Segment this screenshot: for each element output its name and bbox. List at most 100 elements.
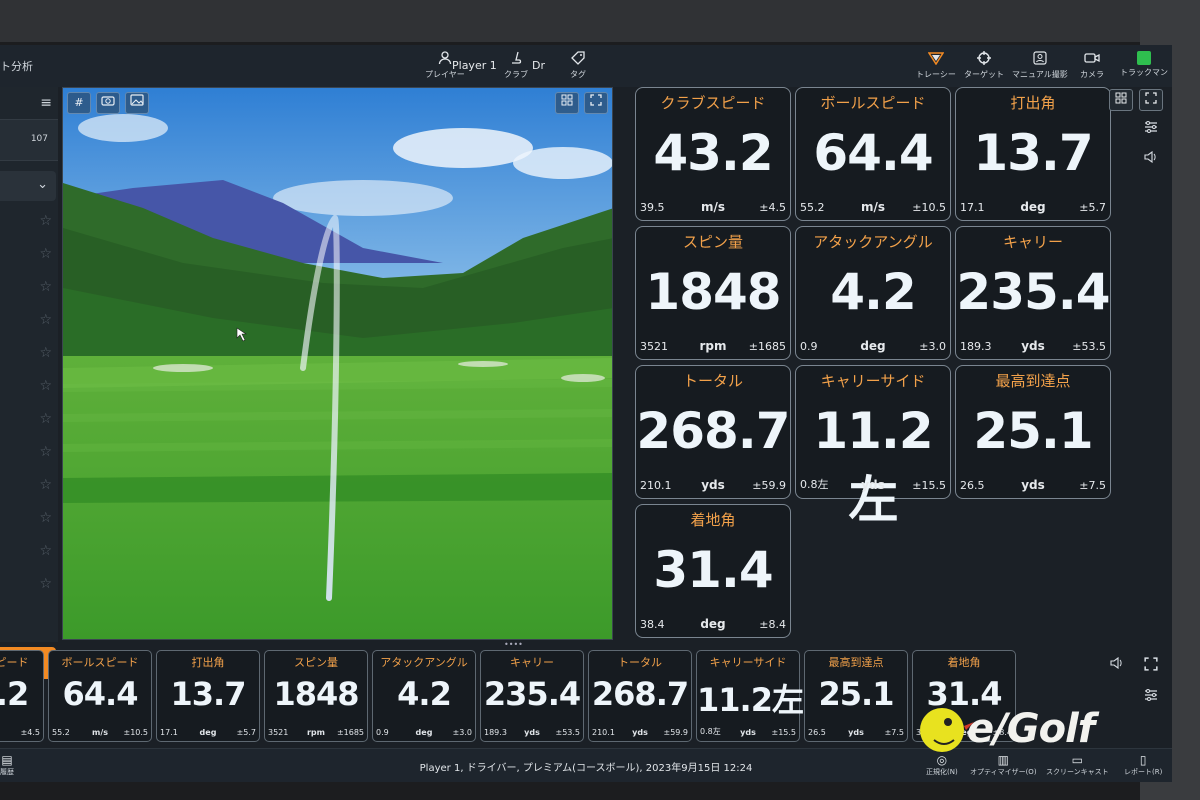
stat-card-carry-side[interactable]: キャリーサイド 11.2左 0.8左 yds ±15.5 xyxy=(795,365,951,529)
camera-label: カメラ xyxy=(1080,70,1104,79)
tag-button[interactable]: タグ xyxy=(570,51,586,80)
favorite-star-icon[interactable]: ☆ xyxy=(39,312,52,328)
chevron-down-icon: ⌄ xyxy=(37,177,48,192)
player-value[interactable]: Player 1 xyxy=(452,59,497,72)
strip-card-spin-rate[interactable]: スピン量 1848 3521 rpm ±1685 xyxy=(264,650,368,742)
tag-icon xyxy=(571,51,585,69)
stat-title: アタックアングル xyxy=(813,233,933,251)
layout-grid-button[interactable] xyxy=(1109,89,1133,111)
stat-card-landing-angle[interactable]: 着地角 31.4 38.4 deg ±8.4 xyxy=(635,504,791,638)
strip-value: 64.4 xyxy=(62,675,139,713)
stat-value: 235.4 xyxy=(956,263,1110,321)
stat-title: ボールスピード xyxy=(820,94,926,112)
layout-grid-button[interactable] xyxy=(555,92,579,114)
trackman-button[interactable]: トラックマン xyxy=(1120,51,1168,78)
strip-title: キャリー xyxy=(510,656,554,669)
strip-card-carry-side[interactable]: キャリーサイド 11.2左 0.8左 yds ±15.5 xyxy=(696,650,804,742)
favorite-star-icon[interactable]: ☆ xyxy=(39,345,52,361)
fullscreen-icon xyxy=(1145,92,1157,104)
stat-card-spin-rate[interactable]: スピン量 1848 3521 rpm ±1685 xyxy=(635,226,791,360)
screenshot-button[interactable] xyxy=(96,92,120,114)
crosshair-icon xyxy=(977,51,991,69)
favorite-star-icon[interactable]: ☆ xyxy=(39,576,52,592)
strip-value: 1848 xyxy=(273,675,359,713)
tracer-label: トレーシー xyxy=(916,70,956,79)
club-value[interactable]: Dr xyxy=(532,59,545,72)
speaker-icon[interactable] xyxy=(1110,656,1124,673)
stat-card-carry[interactable]: キャリー 235.4 189.3 yds ±53.5 xyxy=(955,226,1111,360)
fullscreen-icon xyxy=(590,94,602,106)
stat-value: 13.7 xyxy=(973,124,1093,182)
stat-card-total[interactable]: トータル 268.7 210.1 yds ±59.9 xyxy=(635,365,791,499)
strip-title: 着地角 xyxy=(947,656,981,669)
tracer-button[interactable]: トレーシー xyxy=(916,51,956,80)
favorite-star-icon[interactable]: ☆ xyxy=(39,246,52,262)
stat-card-club-speed[interactable]: クラブスピード 43.2 39.5 m/s ±4.5 xyxy=(635,87,791,221)
stat-value: 268.7 xyxy=(636,402,790,460)
course-3d-view[interactable]: # xyxy=(62,87,613,640)
strip-deviation: ±7.5 xyxy=(884,728,904,737)
fullscreen-icon[interactable] xyxy=(1144,657,1158,675)
panel-resize-handle[interactable]: •••• xyxy=(504,641,523,649)
fullscreen-button[interactable] xyxy=(1139,89,1163,111)
grid-toggle-button[interactable]: # xyxy=(67,92,91,114)
strip-title: 最高到達点 xyxy=(828,656,884,669)
strip-card-club-speed[interactable]: ピード .2 ±4.5 xyxy=(0,650,44,742)
favorite-star-icon[interactable]: ☆ xyxy=(39,411,52,427)
stat-value: 4.2 xyxy=(830,263,917,321)
stat-title: 最高到達点 xyxy=(995,372,1071,390)
strip-deviation: ±3.0 xyxy=(452,728,472,737)
screencast-label: スクリーンキャスト xyxy=(1046,768,1109,776)
favorite-star-icon[interactable]: ☆ xyxy=(39,477,52,493)
stat-value: 64.4 xyxy=(813,124,933,182)
strip-deviation: ±15.5 xyxy=(771,728,796,737)
favorite-star-icon[interactable]: ☆ xyxy=(39,213,52,229)
image-button[interactable] xyxy=(125,92,149,114)
strip-value: 25.1 xyxy=(818,675,895,713)
stat-value: 1848 xyxy=(645,263,781,321)
stat-card-attack-angle[interactable]: アタックアングル 4.2 0.9 deg ±3.0 xyxy=(795,226,951,360)
stat-title: キャリー xyxy=(1002,233,1063,251)
normalize-label: 正規化(N) xyxy=(926,768,958,776)
strip-card-max-height[interactable]: 最高到達点 25.1 26.5 yds ±7.5 xyxy=(804,650,908,742)
hamburger-menu-icon[interactable]: ≡ xyxy=(40,95,52,111)
strip-card-total[interactable]: トータル 268.7 210.1 yds ±59.9 xyxy=(588,650,692,742)
strip-deviation: ±10.5 xyxy=(123,728,148,737)
tracer-icon xyxy=(927,51,945,69)
optimizer-label: オプティマイザー(O) xyxy=(970,768,1037,776)
club-label: クラブ xyxy=(504,70,528,79)
list-dropdown[interactable]: ⌄ xyxy=(0,171,56,201)
favorite-star-icon[interactable]: ☆ xyxy=(39,543,52,559)
strip-card-ball-speed[interactable]: ボールスピード 64.4 55.2 m/s ±10.5 xyxy=(48,650,152,742)
strip-card-launch-angle[interactable]: 打出角 13.7 17.1 deg ±5.7 xyxy=(156,650,260,742)
stat-title: 着地角 xyxy=(690,511,736,529)
stat-deviation: ±7.5 xyxy=(1079,479,1106,492)
strip-title: ピード xyxy=(0,656,29,669)
club-selector[interactable]: クラブ xyxy=(504,51,528,80)
camera-button[interactable]: カメラ xyxy=(1080,51,1104,80)
app-screen: ト分析 プレイヤー Player 1 クラブ Dr タグ トレーシー ターゲット… xyxy=(0,45,1172,782)
target-button[interactable]: ターゲット xyxy=(964,51,1004,80)
stat-deviation: ±15.5 xyxy=(912,479,946,492)
strip-card-attack-angle[interactable]: アタックアングル 4.2 0.9 deg ±3.0 xyxy=(372,650,476,742)
strip-card-carry[interactable]: キャリー 235.4 189.3 yds ±53.5 xyxy=(480,650,584,742)
strip-value: 268.7 xyxy=(591,675,689,713)
speaker-icon[interactable] xyxy=(1144,150,1158,167)
fullscreen-button[interactable] xyxy=(584,92,608,114)
stat-title: 打出角 xyxy=(1010,94,1056,112)
stat-title: トータル xyxy=(682,372,743,390)
stat-card-max-height[interactable]: 最高到達点 25.1 26.5 yds ±7.5 xyxy=(955,365,1111,499)
stat-title: スピン量 xyxy=(682,233,743,251)
stat-card-launch-angle[interactable]: 打出角 13.7 17.1 deg ±5.7 xyxy=(955,87,1111,221)
favorite-star-icon[interactable]: ☆ xyxy=(39,510,52,526)
manual-capture-button[interactable]: マニュアル撮影 xyxy=(1012,51,1068,80)
favorite-star-icon[interactable]: ☆ xyxy=(39,444,52,460)
manual-capture-label: マニュアル撮影 xyxy=(1012,70,1068,79)
shot-count-box[interactable]: 107 xyxy=(0,119,58,161)
favorite-star-icon[interactable]: ☆ xyxy=(39,378,52,394)
target-label: ターゲット xyxy=(964,70,1004,79)
page-title: ト分析 xyxy=(0,60,33,73)
sliders-icon[interactable] xyxy=(1144,121,1158,137)
favorite-star-icon[interactable]: ☆ xyxy=(39,279,52,295)
stat-card-ball-speed[interactable]: ボールスピード 64.4 55.2 m/s ±10.5 xyxy=(795,87,951,221)
